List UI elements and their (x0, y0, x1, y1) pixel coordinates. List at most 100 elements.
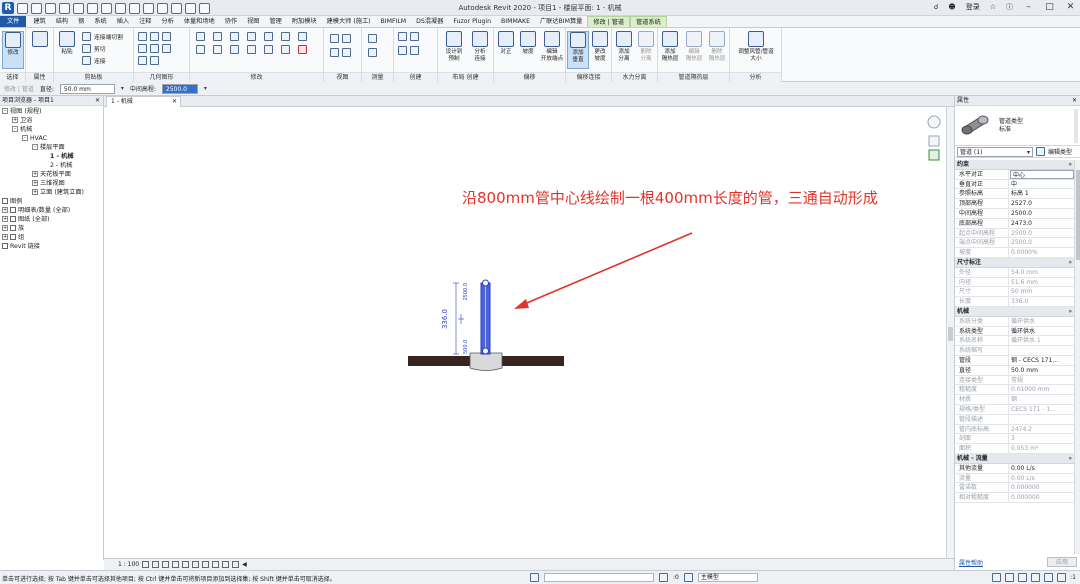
property-section[interactable]: 约束 » (955, 160, 1075, 170)
diameter-select[interactable]: 50.0 mm (59, 83, 115, 94)
view-tab[interactable]: 1 - 机械 ✕ (106, 96, 181, 107)
hide-icon[interactable] (330, 34, 339, 43)
scrollbar-thumb[interactable] (1076, 170, 1080, 260)
tree-item[interactable]: + 组 (0, 233, 103, 242)
property-value[interactable]: 50.0 mm (1009, 366, 1075, 375)
detail-level-icon[interactable] (142, 561, 150, 568)
expand-icon[interactable]: + (12, 117, 18, 123)
remove-paint-icon[interactable] (150, 56, 159, 65)
ribbon-tab[interactable]: 体量和场地 (179, 16, 220, 27)
tree-item[interactable]: 1 - 机械 (0, 152, 103, 161)
tree-item[interactable]: Revit 链接 (0, 242, 103, 251)
edit-insulation-button[interactable]: 编辑 隔热层 (683, 31, 705, 69)
ribbon-tab[interactable]: 管理 (265, 16, 287, 27)
select-by-face-icon[interactable] (1031, 573, 1041, 582)
chevron-left-icon[interactable]: ◀ (242, 561, 247, 568)
select-pinned-icon[interactable] (1018, 573, 1028, 582)
sun-path-icon[interactable] (162, 561, 170, 568)
drag-elements-icon[interactable] (1044, 573, 1054, 582)
expand-icon[interactable]: + (2, 234, 8, 240)
tree-item[interactable]: + 三维视图 (0, 179, 103, 188)
pin-icon[interactable] (281, 45, 290, 54)
design-options-icon[interactable] (683, 573, 693, 582)
delete-icon[interactable] (298, 45, 307, 54)
property-value[interactable]: 2473.0 (1009, 219, 1075, 228)
expand-icon[interactable]: + (2, 216, 8, 222)
tree-item[interactable]: + 明细表/数量 (全部) (0, 206, 103, 215)
workset-icon[interactable] (530, 573, 539, 582)
property-value[interactable]: 中心 (1010, 169, 1074, 179)
tree-item[interactable]: + 卫浴 (0, 116, 103, 125)
add-separation-button[interactable]: 添加 分离 (613, 31, 635, 69)
trim-icon[interactable] (247, 45, 256, 54)
close-button[interactable]: ✕ (1065, 2, 1076, 12)
ribbon-tab[interactable]: 插入 (112, 16, 134, 27)
offset-icon[interactable] (213, 32, 222, 41)
align-icon[interactable] (196, 32, 205, 41)
rotate-icon[interactable] (230, 45, 239, 54)
length-dimension[interactable]: 336.0 (441, 309, 449, 329)
select-links-icon[interactable] (992, 573, 1002, 582)
cut-geometry-icon[interactable] (138, 56, 147, 65)
user-icon[interactable]: ☻ (948, 3, 955, 11)
cut-button[interactable]: 剪切 (82, 44, 106, 53)
split-face-icon[interactable] (162, 32, 171, 41)
linework-icon[interactable] (330, 48, 339, 57)
collapse-icon[interactable]: - (12, 126, 18, 132)
property-value[interactable]: 2527.0 (1009, 199, 1075, 208)
collapse-icon[interactable]: » (1068, 307, 1072, 316)
property-value[interactable]: 中 (1009, 180, 1075, 189)
property-value[interactable]: 钢 - CECS 171... (1009, 356, 1075, 365)
crop-view-icon[interactable] (182, 561, 190, 568)
property-value[interactable]: 标高 1 (1009, 189, 1075, 198)
chevron-down-icon[interactable]: ▾ (204, 85, 207, 92)
design-system-button[interactable]: 设计到 预制 (441, 31, 467, 69)
ribbon-tab[interactable]: Fuzor Plugin (448, 16, 496, 27)
top-elevation-label[interactable]: 2500.0 (463, 283, 469, 301)
steering-wheel-icon[interactable] (927, 115, 941, 129)
lock-3d-icon[interactable] (202, 561, 210, 568)
tree-item[interactable]: - 楼层平面 (0, 143, 103, 152)
sign-in-link[interactable]: 登录 (966, 2, 980, 12)
paint-icon[interactable] (150, 44, 159, 53)
tree-item[interactable]: - 机械 (0, 125, 103, 134)
ribbon-tab[interactable]: 附加模块 (287, 16, 322, 27)
design-option-select[interactable]: 主模型 (697, 573, 758, 582)
expand-icon[interactable]: + (32, 171, 38, 177)
collapse-icon[interactable]: - (2, 108, 8, 114)
delete-insulation-button[interactable]: 删除 隔热层 (706, 31, 728, 69)
properties-button[interactable] (29, 31, 51, 69)
collapse-icon[interactable]: » (1068, 454, 1072, 463)
scale-icon[interactable] (298, 32, 307, 41)
collapse-icon[interactable]: » (1068, 258, 1072, 267)
cope-icon[interactable] (138, 32, 147, 41)
ribbon-tab[interactable]: BIMMAKE (496, 16, 535, 27)
ribbon-tab[interactable]: 协作 (220, 16, 242, 27)
reveal-hidden-icon[interactable] (222, 561, 230, 568)
maximize-button[interactable]: □ (1044, 2, 1055, 12)
minimize-button[interactable]: – (1023, 2, 1034, 12)
justify-button[interactable]: 对正 (495, 31, 517, 69)
property-section[interactable]: 机械 - 流量 » (955, 453, 1075, 464)
ribbon-tab[interactable]: 钢 (73, 16, 89, 27)
view-scale[interactable]: 1 : 100 (118, 561, 139, 568)
editable-icon[interactable] (659, 573, 668, 582)
help-icon[interactable]: ⓘ (1006, 2, 1013, 12)
expand-icon[interactable]: + (32, 180, 38, 186)
ribbon-tab[interactable]: BIMFILM (376, 16, 412, 27)
tree-item[interactable]: + 族 (0, 224, 103, 233)
ribbon-tab[interactable]: 分析 (156, 16, 178, 27)
pipe-end-grip[interactable] (482, 279, 489, 287)
drawing-canvas[interactable]: 336.0 2500.0 500.0 沿800mm管中心线绘制一根400mm长度… (104, 107, 946, 558)
join-geometry-icon[interactable] (150, 32, 159, 41)
tree-item[interactable]: 2 - 机械 (0, 161, 103, 170)
trim-single-icon[interactable] (264, 45, 273, 54)
expand-icon[interactable]: + (2, 207, 8, 213)
select-underlay-icon[interactable] (1005, 573, 1015, 582)
ribbon-tab[interactable]: 视图 (242, 16, 264, 27)
instance-selector[interactable]: 管道 (1) ▾ (957, 146, 1033, 157)
resize-button[interactable]: 调整风管/管道 大小 (732, 31, 780, 69)
zoom-icon[interactable] (928, 135, 940, 147)
measure-distance-icon[interactable] (368, 34, 377, 43)
temporary-hide-icon[interactable] (212, 561, 220, 568)
